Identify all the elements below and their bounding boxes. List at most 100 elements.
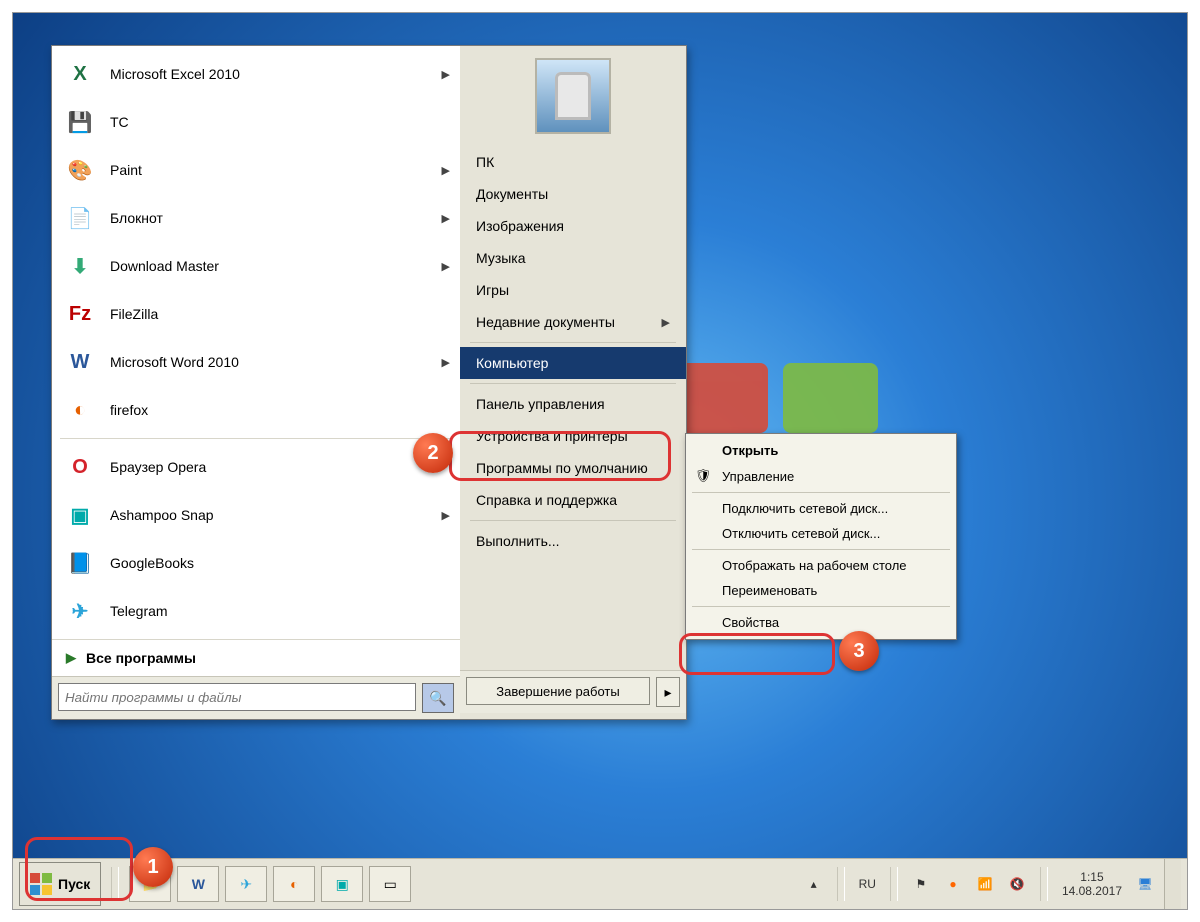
shutdown-button[interactable]: Завершение работы — [466, 677, 650, 705]
start-menu-item[interactable]: ◐firefox — [52, 386, 460, 434]
start-menu-right-item[interactable]: Программы по умолчанию — [460, 452, 686, 484]
chevron-right-icon: ▶ — [442, 212, 450, 225]
start-menu-item-label: FileZilla — [110, 306, 450, 322]
start-menu-right-item[interactable]: Справка и поддержка — [460, 484, 686, 516]
system-tray: ▴ RU ⚑ ● 📶 🔇 1:15 14.08.2017 🖥 — [805, 867, 1154, 901]
clock[interactable]: 1:15 14.08.2017 — [1062, 870, 1122, 899]
context-menu-item[interactable]: Переименовать — [686, 578, 956, 603]
context-menu-item[interactable]: Подключить сетевой диск... — [686, 496, 956, 521]
start-menu-item[interactable]: Fz FileZilla — [52, 290, 460, 338]
chevron-right-icon: ▶ — [442, 509, 450, 522]
context-menu: Открыть 🛡Управление Подключить сетевой дис… — [685, 433, 957, 640]
action-center-icon[interactable]: ⚑ — [912, 875, 930, 893]
start-menu-right-label: Устройства и принтеры — [476, 428, 670, 444]
start-menu-right-item[interactable]: Изображения — [460, 210, 686, 242]
desktop: XMicrosoft Excel 2010▶💾TC🎨Paint▶📄Блокнот… — [12, 12, 1188, 910]
context-menu-item[interactable]: Отображать на рабочем столе — [686, 553, 956, 578]
start-menu-right-item[interactable]: Музыка — [460, 242, 686, 274]
context-menu-item-label: Управление — [722, 469, 794, 484]
all-programs-item[interactable]: ▶ Все программы — [52, 639, 460, 676]
show-desktop-button[interactable] — [1164, 859, 1181, 909]
start-menu-right-label: Документы — [476, 186, 670, 202]
taskbar-divider — [111, 867, 119, 901]
context-menu-item-label: Отображать на рабочем столе — [722, 558, 907, 573]
start-menu-right-label: Музыка — [476, 250, 670, 266]
start-menu-right-item[interactable]: Документы — [460, 178, 686, 210]
start-menu-item-label: Ashampoo Snap — [110, 507, 430, 523]
context-menu-item[interactable]: Отключить сетевой диск... — [686, 521, 956, 546]
start-menu-right-item[interactable]: Игры — [460, 274, 686, 306]
start-menu-item[interactable]: 📘GoogleBooks — [52, 539, 460, 587]
windows-flag-icon — [30, 873, 52, 895]
taskbar-app-generic[interactable]: ▭ — [369, 866, 411, 902]
start-menu-right-item[interactable]: Выполнить... — [460, 525, 686, 557]
start-menu-right-item[interactable]: Недавние документы▶ — [460, 306, 686, 338]
start-menu-item[interactable]: ▣ Ashampoo Snap ▶ — [52, 491, 460, 539]
start-button-label: Пуск — [58, 876, 90, 892]
context-menu-item[interactable]: Свойства — [686, 610, 956, 635]
taskbar-app-firefox[interactable]: ◐ — [273, 866, 315, 902]
start-menu-item[interactable]: ✈Telegram — [52, 587, 460, 635]
telegram-icon: ✈ — [62, 593, 98, 629]
start-menu-item-label: Браузер Opera — [110, 459, 450, 475]
chevron-right-icon: ▶ — [442, 260, 450, 273]
tray-monitor-icon[interactable]: 🖥 — [1136, 875, 1154, 893]
start-button[interactable]: Пуск — [19, 862, 101, 906]
annotation-badge-1: 1 — [133, 847, 173, 887]
start-menu-item-label: Блокнот — [110, 210, 430, 226]
all-programs-label: Все программы — [86, 650, 196, 666]
start-menu-right-item[interactable]: ПК — [460, 146, 686, 178]
start-menu-right-label: Программы по умолчанию — [476, 460, 670, 476]
start-menu-item-label: TC — [110, 114, 450, 130]
antivirus-icon[interactable]: ● — [944, 875, 962, 893]
separator — [470, 520, 676, 521]
chevron-right-icon: ▶ — [442, 68, 450, 81]
taskbar-app-snap[interactable]: ▣ — [321, 866, 363, 902]
opera-icon: O — [62, 449, 98, 485]
start-menu-right-item[interactable]: Панель управления — [460, 388, 686, 420]
search-button[interactable]: 🔍 — [422, 683, 454, 713]
start-menu-item[interactable]: O Браузер Opera — [52, 443, 460, 491]
chevron-right-icon: ▶ — [66, 650, 76, 666]
start-menu-item[interactable]: ⬇Download Master▶ — [52, 242, 460, 290]
search-input[interactable] — [58, 683, 416, 711]
start-menu: XMicrosoft Excel 2010▶💾TC🎨Paint▶📄Блокнот… — [51, 45, 687, 720]
context-menu-item-label: Открыть — [722, 443, 778, 458]
excel-icon: X — [62, 56, 98, 92]
taskbar-app-telegram[interactable]: ✈ — [225, 866, 267, 902]
start-menu-item[interactable]: 🎨Paint▶ — [52, 146, 460, 194]
start-menu-right-item[interactable]: Устройства и принтеры — [460, 420, 686, 452]
shutdown-options-button[interactable]: ▸ — [656, 677, 680, 707]
user-picture-icon[interactable] — [535, 58, 611, 134]
clock-date: 14.08.2017 — [1062, 884, 1122, 898]
books-icon: 📘 — [62, 545, 98, 581]
volume-icon[interactable]: 🔇 — [1008, 875, 1026, 893]
context-menu-item[interactable]: Открыть — [686, 438, 956, 463]
context-menu-item-label: Свойства — [722, 615, 779, 630]
annotation-badge-3: 3 — [839, 631, 879, 671]
start-menu-item-label: Paint — [110, 162, 430, 178]
separator — [470, 342, 676, 343]
chevron-right-icon: ▶ — [662, 316, 670, 329]
start-menu-right-label: Недавние документы — [476, 314, 662, 330]
context-menu-item[interactable]: 🛡Управление — [686, 463, 956, 489]
start-menu-item[interactable]: X Microsoft Excel 2010 ▶ — [52, 50, 460, 98]
start-menu-right-label: Панель управления — [476, 396, 670, 412]
taskbar-divider — [890, 867, 898, 901]
context-menu-item-label: Отключить сетевой диск... — [722, 526, 880, 541]
start-menu-item[interactable]: WMicrosoft Word 2010▶ — [52, 338, 460, 386]
taskbar-app-word[interactable]: W — [177, 866, 219, 902]
snap-icon: ▣ — [62, 497, 98, 533]
separator — [692, 549, 950, 550]
start-menu-right-item[interactable]: Компьютер — [460, 347, 686, 379]
search-icon: 🔍 — [429, 690, 446, 707]
start-menu-item-label: Microsoft Excel 2010 — [110, 66, 430, 82]
start-menu-item[interactable]: 💾TC — [52, 98, 460, 146]
tray-expand-icon[interactable]: ▴ — [805, 875, 823, 893]
start-menu-left-pane: XMicrosoft Excel 2010▶💾TC🎨Paint▶📄Блокнот… — [52, 46, 460, 719]
network-icon[interactable]: 📶 — [976, 875, 994, 893]
start-menu-item[interactable]: 📄Блокнот▶ — [52, 194, 460, 242]
filezilla-icon: Fz — [62, 296, 98, 332]
language-indicator[interactable]: RU — [859, 877, 876, 891]
download-icon: ⬇ — [62, 248, 98, 284]
